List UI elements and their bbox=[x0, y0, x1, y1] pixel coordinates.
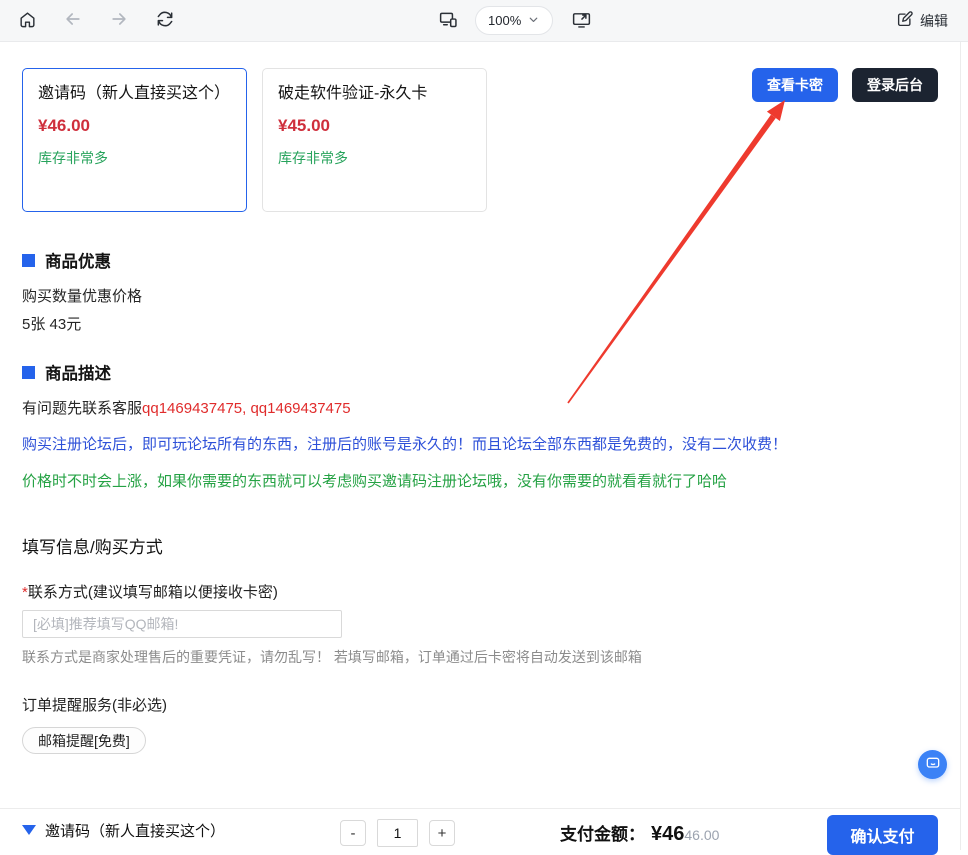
edit-pencil-icon bbox=[896, 10, 914, 31]
device-preview-icon bbox=[438, 9, 459, 33]
edit-button-label: 编辑 bbox=[920, 11, 948, 31]
promo-section-heading: 商品优惠 bbox=[22, 248, 111, 272]
pay-amount-value: ¥46 bbox=[651, 823, 684, 846]
contact-input[interactable] bbox=[22, 610, 342, 638]
back-arrow-icon bbox=[63, 9, 83, 32]
form-section-title: 填写信息/购买方式 bbox=[22, 533, 163, 558]
promo-line: 5张 43元 bbox=[22, 313, 81, 334]
forward-button[interactable] bbox=[105, 5, 133, 36]
refresh-button[interactable] bbox=[151, 5, 179, 36]
promo-title: 商品优惠 bbox=[45, 248, 111, 272]
description-blue-line: 购买注册论坛后，即可玩论坛所有的东西，注册后的账号是永久的！而且论坛全部东西都是… bbox=[22, 433, 787, 454]
view-card-key-button[interactable]: 查看卡密 bbox=[752, 68, 838, 102]
product-price: ¥45.00 bbox=[278, 116, 471, 136]
product-stock: 库存非常多 bbox=[278, 148, 471, 168]
contact-prefix: 有问题先联系客服 bbox=[22, 400, 142, 417]
monitor-external-icon bbox=[571, 9, 592, 33]
purchase-bar: 邀请码（新人直接买这个） - + 支付金额： ¥46 46.00 确认支付 bbox=[0, 808, 961, 850]
qty-minus-button[interactable]: - bbox=[340, 820, 366, 846]
blue-square-bullet-icon bbox=[22, 254, 35, 267]
refresh-icon bbox=[155, 9, 175, 32]
zoom-level-value: 100% bbox=[488, 13, 521, 28]
product-price: ¥46.00 bbox=[38, 116, 231, 136]
product-stock: 库存非常多 bbox=[38, 148, 231, 168]
contact-field-label: *联系方式(建议填写邮箱以便接收卡密) bbox=[22, 581, 278, 602]
product-card-selected[interactable]: 邀请码（新人直接买这个） ¥46.00 库存非常多 bbox=[22, 68, 247, 212]
selected-product-title: 邀请码（新人直接买这个） bbox=[45, 820, 225, 841]
chevron-down-icon bbox=[527, 13, 540, 29]
qty-input[interactable] bbox=[377, 819, 418, 847]
pay-amount-group: 支付金额： ¥46 46.00 bbox=[560, 809, 719, 851]
chat-bubble-icon bbox=[925, 755, 941, 774]
browser-toolbar: 100% 编辑 bbox=[0, 0, 968, 42]
pay-amount-sub-value: 46.00 bbox=[684, 827, 719, 843]
device-preview-button[interactable] bbox=[434, 5, 463, 37]
description-green-line: 价格时不时会上涨，如果你需要的东西就可以考虑购买邀请码注册论坛哦，没有你需要的就… bbox=[22, 470, 727, 491]
customer-chat-fab[interactable] bbox=[918, 750, 947, 779]
description-section-heading: 商品描述 bbox=[22, 360, 111, 384]
zoom-level-dropdown[interactable]: 100% bbox=[475, 6, 553, 35]
contact-service-line: 有问题先联系客服qq1469437475, qq1469437475 bbox=[22, 397, 351, 418]
home-button[interactable] bbox=[14, 6, 41, 36]
confirm-pay-button[interactable]: 确认支付 bbox=[827, 815, 938, 855]
back-button[interactable] bbox=[59, 5, 87, 36]
promo-line: 购买数量优惠价格 bbox=[22, 285, 142, 306]
product-card[interactable]: 破走软件验证-永久卡 ¥45.00 库存非常多 bbox=[262, 68, 487, 212]
viewport-right-edge bbox=[960, 42, 961, 850]
pay-amount-label: 支付金额： bbox=[560, 820, 645, 845]
email-remind-option-button[interactable]: 邮箱提醒[免费] bbox=[22, 727, 146, 754]
selected-product-summary: 邀请码（新人直接买这个） bbox=[22, 809, 225, 851]
home-icon bbox=[18, 10, 37, 32]
product-title: 邀请码（新人直接买这个） bbox=[38, 82, 231, 107]
login-admin-button[interactable]: 登录后台 bbox=[852, 68, 938, 102]
product-title: 破走软件验证-永久卡 bbox=[278, 82, 471, 107]
qty-plus-button[interactable]: + bbox=[429, 820, 455, 846]
contact-label-text: 联系方式(建议填写邮箱以便接收卡密) bbox=[28, 584, 278, 601]
triangle-down-icon bbox=[22, 825, 36, 835]
contact-qq-numbers: qq1469437475, qq1469437475 bbox=[142, 400, 351, 417]
blue-square-bullet-icon bbox=[22, 366, 35, 379]
forward-arrow-icon bbox=[109, 9, 129, 32]
page-content: 邀请码（新人直接买这个） ¥46.00 库存非常多 破走软件验证-永久卡 ¥45… bbox=[0, 42, 968, 850]
contact-hint-text: 联系方式是商家处理售后的重要凭证，请勿乱写！ 若填写邮箱，订单通过后卡密将自动发… bbox=[22, 647, 642, 667]
open-in-window-button[interactable] bbox=[567, 5, 596, 37]
description-title: 商品描述 bbox=[45, 360, 111, 384]
remind-service-title: 订单提醒服务(非必选) bbox=[22, 694, 167, 715]
edit-button[interactable]: 编辑 bbox=[890, 9, 954, 32]
